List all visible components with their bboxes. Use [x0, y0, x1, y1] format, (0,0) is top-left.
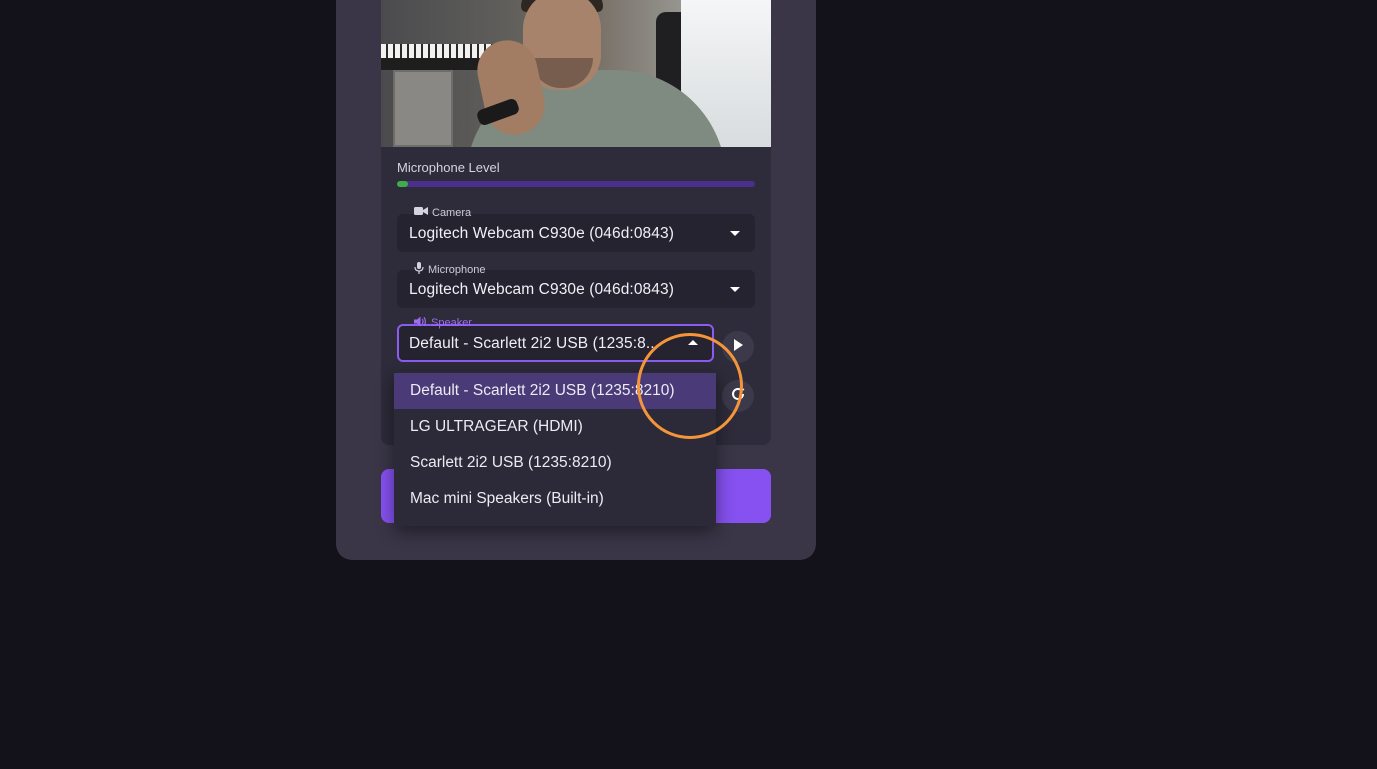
refresh-icon [730, 386, 746, 407]
speaker-option[interactable]: LG ULTRAGEAR (HDMI) [394, 409, 716, 445]
microphone-select-value: Logitech Webcam C930e (046d:0843) [409, 281, 674, 298]
camera-select-value: Logitech Webcam C930e (046d:0843) [409, 225, 674, 242]
microphone-select-label: Microphone [410, 262, 489, 277]
refresh-devices-button[interactable] [722, 380, 754, 412]
chevron-up-icon [688, 340, 698, 345]
camera-select-label: Camera [410, 206, 475, 219]
microphone-level-label: Microphone Level [397, 160, 500, 175]
camera-select[interactable]: Camera Logitech Webcam C930e (046d:0843) [397, 207, 755, 252]
speaker-select[interactable]: Speaker Default - Scarlett 2i2 USB (1235… [397, 316, 714, 362]
play-icon [733, 338, 743, 356]
speaker-select-label: Speaker [410, 316, 476, 330]
microphone-level-fill [397, 181, 408, 187]
chevron-down-icon [730, 287, 740, 292]
speaker-icon [414, 316, 427, 330]
video-camera-icon [414, 206, 428, 219]
microphone-level-meter [397, 181, 755, 187]
speaker-select-value: Default - Scarlett 2i2 USB (1235:8... [409, 335, 660, 352]
camera-preview [381, 0, 771, 147]
microphone-icon [414, 262, 424, 277]
microphone-select[interactable]: Microphone Logitech Webcam C930e (046d:0… [397, 262, 755, 308]
speaker-option[interactable]: Scarlett 2i2 USB (1235:8210) [394, 445, 716, 481]
speaker-option[interactable]: Default - Scarlett 2i2 USB (1235:8210) [394, 373, 716, 409]
speaker-option[interactable]: Mac mini Speakers (Built-in) [394, 481, 716, 517]
speaker-options-menu: Default - Scarlett 2i2 USB (1235:8210) L… [394, 372, 716, 526]
chevron-down-icon [730, 231, 740, 236]
play-test-sound-button[interactable] [722, 331, 754, 363]
